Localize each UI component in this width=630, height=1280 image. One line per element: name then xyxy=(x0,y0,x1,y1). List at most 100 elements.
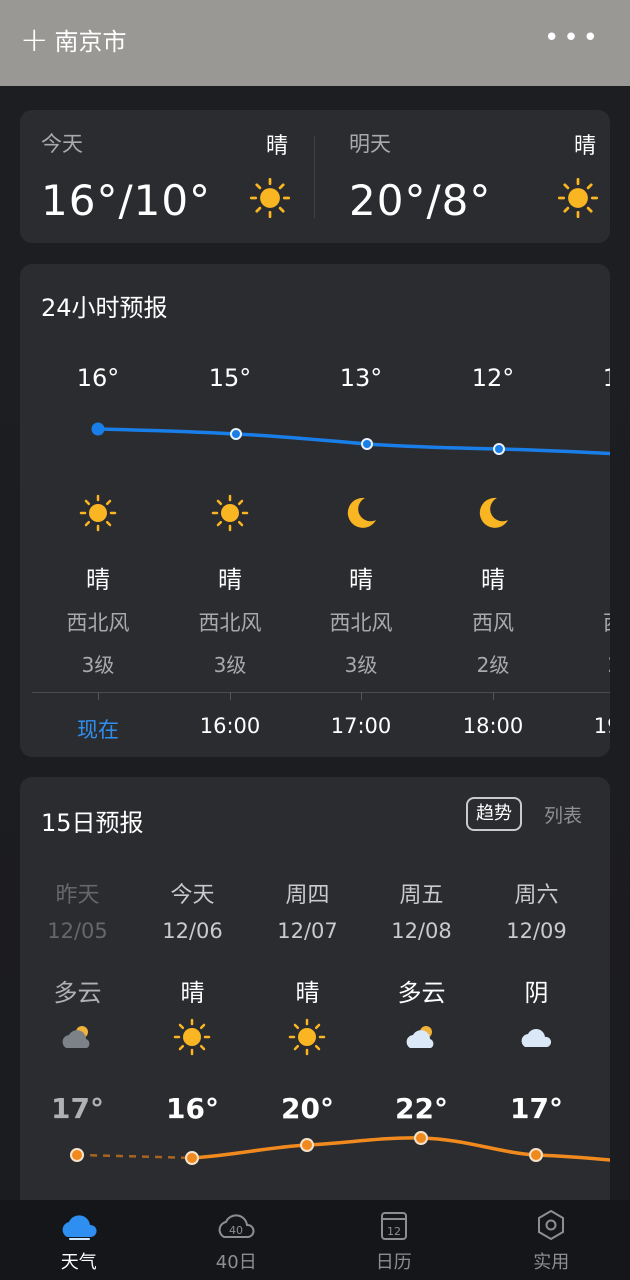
sun-icon xyxy=(557,177,599,219)
hour-temp: 12° xyxy=(558,364,610,392)
hour-condition: 晴 xyxy=(86,566,110,594)
tomorrow-label: 明天 xyxy=(349,132,391,156)
cloud-sun-icon xyxy=(62,1026,90,1048)
more-options-icon[interactable]: ••• xyxy=(544,25,602,51)
hour-time: 16:00 xyxy=(199,714,261,738)
day-date: 12/07 xyxy=(277,919,338,943)
day-column[interactable]: 周五 12/08 多云 22° xyxy=(364,777,479,1200)
hour-condition: 晴 xyxy=(481,566,505,594)
hour-temp: 16° xyxy=(76,364,120,392)
hour-condition: 晴 xyxy=(218,566,242,594)
nav-tools[interactable]: 实用 xyxy=(473,1200,630,1280)
cloud-sun-icon xyxy=(406,1026,434,1048)
hour-wind: 西风 xyxy=(472,611,514,635)
hour-wind-level: 3级 xyxy=(81,653,115,677)
today-label: 今天 xyxy=(41,132,83,156)
hour-wind: 西北风 xyxy=(198,611,262,635)
plus-icon: + xyxy=(20,19,49,60)
sun-icon xyxy=(211,494,249,532)
day-date: 12/06 xyxy=(162,919,223,943)
day-condition: 晴 xyxy=(295,979,320,1007)
bottom-nav: 天气 40 40日 12 日历 实用 xyxy=(0,1200,630,1280)
daily-forecast-card[interactable]: 15日预报 趋势 列表 昨天 12/05 多云 17° 今天 12/06 晴 1… xyxy=(20,777,610,1200)
hour-temp: 13° xyxy=(339,364,383,392)
forty-day-icon: 40 xyxy=(218,1214,255,1238)
cloud-icon xyxy=(521,1029,552,1047)
tomorrow-condition: 晴 xyxy=(573,134,596,159)
axis-tick xyxy=(361,692,362,700)
hour-wind: 西北风 xyxy=(66,611,130,635)
day-column[interactable]: 今天 12/06 晴 16° xyxy=(135,777,250,1200)
moon-icon xyxy=(347,497,376,528)
hour-column[interactable]: 16° 晴 西北风 3级 现在 xyxy=(32,264,164,757)
day-name: 周五 xyxy=(399,883,444,908)
hour-time: 19:00 xyxy=(593,714,610,738)
hour-wind-level: 3级 xyxy=(213,653,247,677)
day-name: 周六 xyxy=(514,883,559,908)
divider xyxy=(314,136,315,218)
moon-icon xyxy=(479,497,508,528)
hour-column[interactable]: 12° 晴 西风 2级 18:00 xyxy=(427,264,559,757)
nav-calendar[interactable]: 12 日历 xyxy=(315,1200,473,1280)
nav-label: 40日 xyxy=(215,1252,257,1273)
today-summary[interactable]: 今天 晴 16°/10° xyxy=(20,110,314,243)
weather-icon xyxy=(62,1215,97,1240)
city-name: 南京市 xyxy=(54,28,127,56)
today-temp: 16°/10° xyxy=(41,176,212,225)
day-condition: 多云 xyxy=(397,979,446,1007)
hour-column[interactable]: 13° 晴 西北风 3级 17:00 xyxy=(295,264,427,757)
hour-column[interactable]: 15° 晴 西北风 3级 16:00 xyxy=(164,264,296,757)
sun-icon xyxy=(79,494,117,532)
day-column[interactable]: 昨天 12/05 多云 17° xyxy=(20,777,135,1200)
sun-icon xyxy=(288,1018,326,1056)
hour-wind: 西风 xyxy=(558,607,610,637)
moon-icon xyxy=(604,493,610,533)
tomorrow-summary[interactable]: 明天 晴 20°/8° xyxy=(328,110,610,243)
svg-text:12: 12 xyxy=(387,1225,401,1238)
hour-condition: 晴 xyxy=(349,566,373,594)
calendar-icon: 12 xyxy=(380,1212,407,1240)
nav-label: 实用 xyxy=(533,1252,570,1273)
hour-column[interactable]: 12° 晴 西风 2级 19:00 xyxy=(558,264,610,757)
day-condition: 多云 xyxy=(53,979,102,1007)
day-high-temp: 17° xyxy=(51,1092,104,1125)
tools-icon xyxy=(538,1209,565,1241)
hour-wind: 西北风 xyxy=(329,611,393,635)
svg-text:40: 40 xyxy=(229,1224,243,1237)
axis-tick xyxy=(230,692,231,700)
axis-tick xyxy=(98,692,99,700)
hour-condition: 晴 xyxy=(558,560,610,595)
hour-wind-level: 2级 xyxy=(558,649,610,678)
today-condition: 晴 xyxy=(265,134,288,159)
day-date: 12/09 xyxy=(506,919,567,943)
day-condition: 晴 xyxy=(180,979,205,1007)
hour-wind-level: 2级 xyxy=(476,653,510,677)
add-city-button[interactable]: + 南京市 xyxy=(20,22,127,57)
hour-temp: 12° xyxy=(471,364,515,392)
nav-label: 日历 xyxy=(375,1252,412,1273)
day-high-temp: 20° xyxy=(281,1092,334,1125)
weather-content[interactable]: 今天 晴 16°/10° 明天 晴 20°/8° 24小时预报 16° 晴 西北… xyxy=(0,86,630,1200)
hour-wind-level: 3级 xyxy=(344,653,378,677)
sun-icon xyxy=(173,1018,211,1056)
hour-time: 现在 xyxy=(77,718,119,742)
day-date: 12/05 xyxy=(47,919,108,943)
today-tomorrow-card: 今天 晴 16°/10° 明天 晴 20°/8° xyxy=(20,110,610,243)
hour-time: 17:00 xyxy=(330,714,392,738)
day-high-temp: 16° xyxy=(166,1092,219,1125)
hour-temp: 15° xyxy=(208,364,252,392)
nav-label: 天气 xyxy=(60,1252,97,1273)
nav-weather[interactable]: 天气 xyxy=(0,1200,158,1280)
day-high-temp: 17° xyxy=(510,1092,563,1125)
tomorrow-temp: 20°/8° xyxy=(349,176,492,225)
day-condition: 阴 xyxy=(524,979,549,1007)
sun-icon xyxy=(249,177,291,219)
nav-40day[interactable]: 40 40日 xyxy=(158,1200,316,1280)
day-high-temp: 22° xyxy=(395,1092,448,1125)
hour-time: 18:00 xyxy=(462,714,524,738)
day-name: 昨天 xyxy=(55,883,100,908)
day-column[interactable]: 周四 12/07 晴 20° xyxy=(250,777,365,1200)
day-column[interactable]: 周六 12/09 阴 17° xyxy=(479,777,594,1200)
day-date: 12/08 xyxy=(391,919,452,943)
hourly-forecast-card[interactable]: 24小时预报 16° 晴 西北风 3级 现在 15° 晴 西北风 3级 16:0… xyxy=(20,264,610,757)
